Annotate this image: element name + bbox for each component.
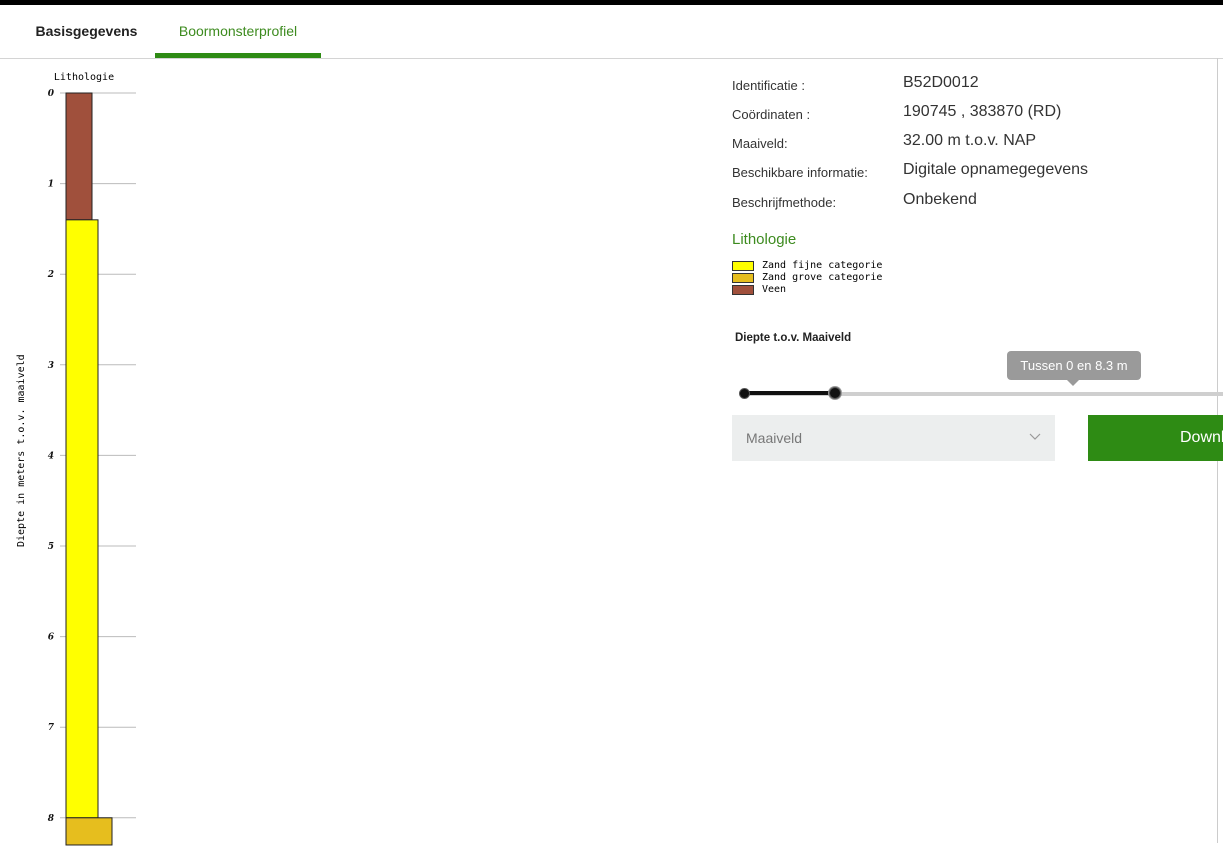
methode-label: Beschrijfmethode:	[732, 195, 837, 210]
identificatie-label: Identificatie :	[732, 78, 805, 93]
legend-swatch	[732, 285, 754, 295]
tab-basisgegevens[interactable]: Basisgegevens	[20, 5, 153, 57]
depth-slider-min-handle[interactable]	[739, 388, 750, 399]
lithology-layer	[65, 92, 93, 221]
depth-slider-range	[744, 391, 836, 395]
slider-tooltip-arrow	[1067, 380, 1079, 386]
y-tick-label: 4	[48, 451, 54, 461]
depth-filter-label: Diepte t.o.v. Maaiveld	[735, 332, 852, 344]
chart-title: Lithologie	[54, 72, 114, 83]
y-tick-label: 8	[48, 814, 55, 824]
tab-boormonsterprofiel[interactable]: Boormonsterprofiel	[155, 5, 321, 58]
y-tick-label: 7	[48, 723, 55, 733]
lithology-chart: Lithologie Diepte in meters t.o.v. maaiv…	[16, 72, 136, 846]
y-tick-label: 3	[48, 361, 54, 371]
lithology-layer	[65, 817, 113, 846]
coordinaten-label: Coördinaten :	[732, 107, 811, 122]
download-button[interactable]: Download	[1088, 415, 1223, 461]
legend-label: Zand fijne categorie	[762, 260, 883, 271]
legend-label: Veen	[762, 284, 787, 295]
chevron-down-icon	[1029, 433, 1041, 440]
depth-slider-max-handle[interactable]	[829, 387, 841, 399]
methode-value: Onbekend	[903, 191, 977, 208]
reference-select-value: Maaiveld	[746, 430, 803, 446]
download-button-label: Download	[1180, 429, 1223, 446]
lithology-section-title: Lithologie	[732, 231, 797, 248]
coordinaten-value: 190745 , 383870 (RD)	[903, 103, 1062, 120]
reference-select[interactable]: Maaiveld	[732, 415, 1055, 461]
y-tick-label: 0	[48, 89, 55, 99]
identificatie-value: B52D0012	[903, 74, 979, 91]
beschikbaar-value: Digitale opnamegegevens	[903, 161, 1089, 178]
y-tick-label: 2	[47, 270, 54, 280]
legend-swatch	[732, 261, 754, 271]
slider-tooltip: Tussen 0 en 8.3 m	[1007, 351, 1141, 380]
legend-swatch	[732, 273, 754, 283]
tab-bar: Basisgegevens Boormonsterprofiel	[0, 5, 1223, 59]
y-axis-label: Diepte in meters t.o.v. maaiveld	[16, 354, 27, 547]
y-tick-label: 6	[48, 633, 55, 643]
tab-boormonsterprofiel-label: Boormonsterprofiel	[178, 23, 298, 39]
maaiveld-label: Maaiveld:	[732, 136, 788, 151]
legend-label: Zand grove categorie	[762, 272, 883, 283]
y-tick-label: 5	[48, 542, 54, 552]
active-tab-indicator	[155, 53, 321, 58]
y-tick-label: 1	[48, 180, 54, 190]
maaiveld-value: 32.00 m t.o.v. NAP	[903, 132, 1037, 149]
lithology-layer	[65, 219, 99, 819]
beschikbaar-label: Beschikbare informatie:	[732, 165, 868, 180]
